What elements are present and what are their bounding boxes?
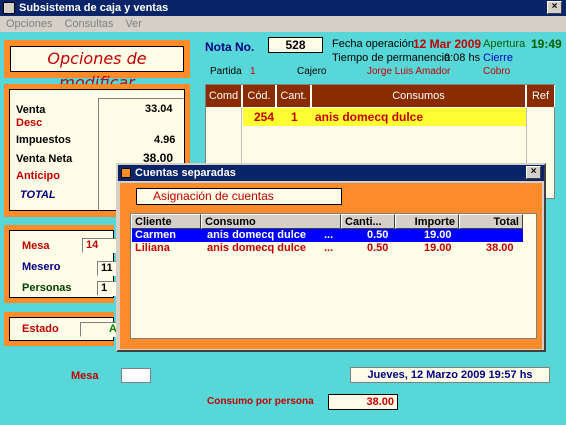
grid-header-cant[interactable]: Cant. [277, 85, 311, 107]
estado-field[interactable]: Ab [80, 322, 124, 337]
child-titlebar: Cuentas separadas × [118, 165, 544, 181]
row-importe: 19.00 [424, 242, 452, 254]
partida-label: Partida [210, 66, 242, 77]
close-button[interactable]: × [547, 1, 562, 14]
consumo-persona-label: Consumo por persona [207, 396, 314, 407]
apertura-value: 19:49 [531, 37, 562, 51]
cajero-label: Cajero [297, 66, 327, 77]
row-cliente: Carmen [135, 229, 176, 241]
cierre-label: Cierre [483, 52, 513, 64]
asignacion-heading: Asignación de cuentas [136, 188, 342, 205]
impuestos-value: 4.96 [154, 134, 176, 146]
menu-consultas[interactable]: Consultas [58, 18, 119, 30]
child-app-icon [121, 168, 131, 178]
anticipo-label: Anticipo [16, 170, 60, 182]
app-icon [3, 2, 15, 14]
venta-value: 33.04 [145, 103, 173, 115]
list-header-consumo[interactable]: Consumo [201, 214, 341, 229]
list-header-cantidad[interactable]: Canti... [341, 214, 395, 229]
nota-field[interactable]: 528 [268, 37, 323, 53]
mesa-label: Mesa [22, 240, 50, 252]
permanencia-label: Tiempo de permanencia [332, 52, 451, 64]
grid-header-comd[interactable]: Comd [206, 85, 242, 107]
row-total: 38.00 [486, 242, 514, 254]
list-row[interactable]: Carmen anis domecq dulce ... 0.50 19.00 [132, 229, 523, 242]
cobro-label: Cobro [483, 66, 511, 77]
grid-cell-cod: 254 [254, 110, 275, 124]
mesero-label: Mesero [22, 261, 61, 273]
estado-panel: Estado Ab [4, 312, 124, 346]
child-body: Asignación de cuentas Cliente Consumo Ca… [120, 183, 542, 349]
permanencia-value: 0:08 hs [444, 52, 481, 64]
personas-label: Personas [22, 282, 72, 294]
fecha-value: 12 Mar 2009 [413, 37, 482, 51]
window-title: Subsistema de caja y ventas [19, 2, 169, 14]
list-header-total[interactable]: Total [459, 214, 523, 229]
row-dots: ... [324, 229, 334, 241]
venta-neta-label: Venta Neta [16, 153, 73, 165]
grid-cell-consumo: anis domecq dulce [315, 110, 424, 124]
fecha-label: Fecha operación [332, 38, 414, 50]
cuentas-separadas-window: Cuentas separadas × Asignación de cuenta… [116, 163, 546, 352]
header-panel: Opciones de modificar [4, 40, 190, 92]
nota-label: Nota No. [205, 40, 255, 54]
mesa-inner: Mesa 14 Mesero 11 Personas 1 [9, 230, 123, 298]
mesa-panel: Mesa 14 Mesero 11 Personas 1 [4, 225, 123, 303]
row-cantidad: 0.50 [367, 229, 389, 241]
header-title: Opciones de modificar [10, 46, 184, 92]
desc-label: Desc [16, 117, 43, 129]
bottom-mesa-field[interactable] [121, 368, 151, 383]
list-header-cliente[interactable]: Cliente [131, 214, 201, 229]
row-consumo: anis domecq dulce [207, 229, 307, 241]
grid-header-ref[interactable]: Ref [527, 85, 555, 107]
row-importe: 19.00 [424, 229, 452, 241]
menu-opciones[interactable]: Opciones [0, 18, 58, 30]
cajero-value: Jorge Luis Amador [367, 66, 451, 77]
child-close-button[interactable]: × [526, 166, 541, 179]
grid-row[interactable]: 254 1 anis domecq dulce [243, 108, 526, 126]
partida-value: 1 [250, 66, 256, 77]
row-consumo: anis domecq dulce [207, 242, 307, 254]
row-cantidad: 0.50 [367, 242, 389, 254]
window-titlebar: Subsistema de caja y ventas × [0, 0, 566, 16]
menu-ver[interactable]: Ver [119, 18, 148, 30]
menu-bar: Opciones Consultas Ver [0, 16, 566, 32]
total-label: TOTAL [20, 189, 56, 201]
list-header-importe[interactable]: Importe [395, 214, 459, 229]
impuestos-label: Impuestos [16, 134, 72, 146]
row-dots: ... [324, 242, 334, 254]
consumo-persona-value: 38.00 [328, 394, 398, 410]
grid-cell-cant: 1 [291, 110, 298, 124]
apertura-label: Apertura [483, 38, 526, 50]
bottom-date-field: Jueves, 12 Marzo 2009 19:57 hs [350, 367, 550, 383]
list-row[interactable]: Liliana anis domecq dulce ... 0.50 19.00… [132, 242, 523, 255]
venta-label: Venta [16, 104, 46, 116]
cuentas-list[interactable]: Cliente Consumo Canti... Importe Total C… [130, 213, 537, 339]
grid-header-consumos[interactable]: Consumos [312, 85, 526, 107]
bottom-mesa-label: Mesa [71, 370, 99, 382]
estado-label: Estado [22, 323, 59, 335]
child-title: Cuentas separadas [135, 167, 236, 179]
row-cliente: Liliana [135, 242, 170, 254]
estado-inner: Estado Ab [9, 317, 124, 341]
grid-header-cod[interactable]: Cód. [243, 85, 276, 107]
